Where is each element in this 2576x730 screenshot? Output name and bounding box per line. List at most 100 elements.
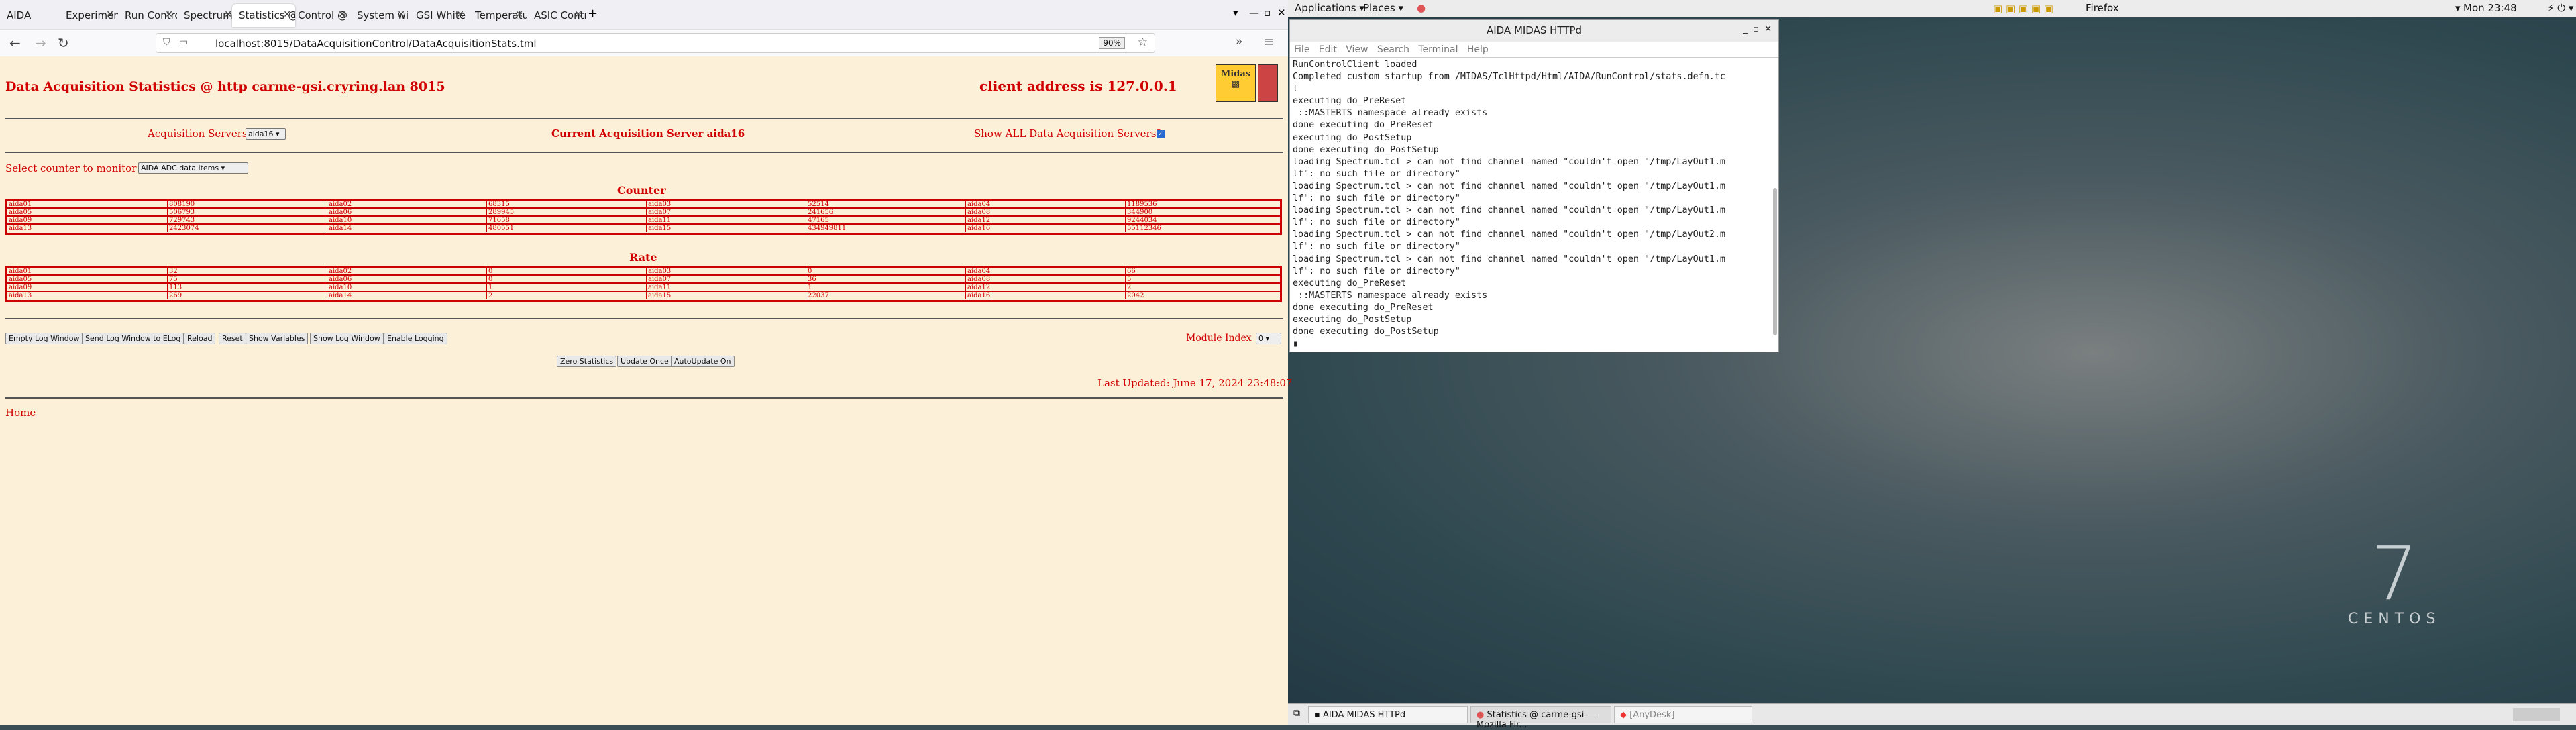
client-address: client address is 127.0.0.1 xyxy=(979,78,1177,94)
enable-logging-button[interactable]: Enable Logging xyxy=(384,333,447,344)
close-icon[interactable]: ✕ xyxy=(283,9,291,20)
table-cell-name: aida14 xyxy=(327,225,352,232)
applications-menu[interactable]: Applications ▾ xyxy=(1295,2,1364,14)
menu-help[interactable]: Help xyxy=(1467,44,1489,55)
url-text[interactable]: localhost:8015/DataAcquisitionControl/Da… xyxy=(215,38,537,50)
send-log-to-elog-button[interactable]: Send Log Window to ELog xyxy=(82,333,184,344)
tab-aida[interactable]: AIDA xyxy=(0,4,59,27)
clock[interactable]: Mon 23:48 xyxy=(2463,2,2517,14)
close-icon[interactable]: ✕ xyxy=(574,9,582,20)
table-cell-value: 241656 xyxy=(806,209,833,216)
table-cell-value: 2 xyxy=(486,292,492,299)
table-cell-name: aida14 xyxy=(327,292,352,299)
close-icon[interactable]: ✕ xyxy=(515,9,523,20)
table-cell-name: aida08 xyxy=(965,209,990,216)
terminal-scrollbar[interactable] xyxy=(1773,188,1777,335)
tab-statistics[interactable]: Statistics @ carme-gs✕ xyxy=(232,4,295,27)
menu-terminal[interactable]: Terminal xyxy=(1418,44,1458,55)
menu-file[interactable]: File xyxy=(1294,44,1309,55)
show-all-checkbox[interactable]: ✓ xyxy=(1157,130,1165,138)
table-cell-value: 32 xyxy=(167,268,178,275)
table-cell-value: 9244034 xyxy=(1125,217,1157,224)
show-desktop-icon[interactable]: ⧉ xyxy=(1293,708,1300,719)
reload-icon[interactable]: ↻ xyxy=(58,35,69,51)
tab-run-control[interactable]: Run Control @ carm✕ xyxy=(118,4,177,27)
overflow-chevron-icon[interactable]: » xyxy=(1236,35,1242,48)
firefox-window: AIDA Experiment Control @✕ Run Control @… xyxy=(0,0,1292,725)
menu-search[interactable]: Search xyxy=(1377,44,1409,55)
tab-spectrum-browser[interactable]: Spectrum Browser @✕ xyxy=(177,4,236,27)
home-link[interactable]: Home xyxy=(5,407,36,419)
taskbar-item-terminal[interactable]: ▪ AIDA MIDAS HTTPd xyxy=(1308,706,1468,723)
counter-select[interactable]: AIDA ADC data items ▾ xyxy=(138,162,248,174)
menu-view[interactable]: View xyxy=(1346,44,1368,55)
autoupdate-button[interactable]: AutoUpdate On xyxy=(671,356,735,367)
close-icon[interactable]: ✕ xyxy=(224,9,232,20)
reset-button[interactable]: Reset xyxy=(219,333,246,344)
terminal-titlebar[interactable]: AIDA MIDAS HTTPd _ ▫ ✕ xyxy=(1290,20,1778,42)
table-cell-value: 1189536 xyxy=(1125,201,1157,208)
menu-edit[interactable]: Edit xyxy=(1319,44,1337,55)
back-icon[interactable]: ← xyxy=(9,35,21,51)
tab-system-checks[interactable]: System wide Checks✕ xyxy=(350,4,409,27)
update-once-button[interactable]: Update Once xyxy=(617,356,672,367)
active-app-menu[interactable]: Firefox xyxy=(2086,2,2119,14)
gnome-top-bar: Applications ▾ Places ▾ ● ▣ ▣ ▣ ▣ ▣ Fire… xyxy=(1288,0,2576,17)
taskbar-item-anydesk[interactable]: ◆ [AnyDesk] xyxy=(1614,706,1752,723)
table-cell-name: aida10 xyxy=(327,284,352,291)
counter-heading: Counter xyxy=(617,184,666,197)
table-cell-value: 269 xyxy=(167,292,182,299)
terminal-window[interactable]: AIDA MIDAS HTTPd _ ▫ ✕ File Edit View Se… xyxy=(1289,19,1779,352)
taskbar-item-firefox[interactable]: ● Statistics @ carme-gsi — Mozilla Fir..… xyxy=(1470,706,1611,730)
list-tabs-icon[interactable]: ▾ xyxy=(1233,7,1238,19)
menu-icon[interactable]: ≡ xyxy=(1264,35,1274,49)
zoom-indicator[interactable]: 90% xyxy=(1099,37,1125,49)
workspace-switcher[interactable] xyxy=(2513,708,2560,721)
window-controls[interactable]: _ ▫ ✕ xyxy=(1743,24,1772,34)
tab-white-rabbit[interactable]: GSI White Rabbit Tim✕ xyxy=(409,4,468,27)
page-info-icon[interactable]: ▭ xyxy=(179,37,188,48)
tab-asic-control[interactable]: ASIC Control @ carm✕ xyxy=(527,4,586,27)
input-icon[interactable]: ▾ xyxy=(2455,2,2461,14)
table-cell-name: aida16 xyxy=(965,225,990,232)
firefox-launcher-icon[interactable]: ● xyxy=(1417,2,1426,14)
aida-logo xyxy=(1258,64,1278,102)
url-bar[interactable]: ⛉ ▭ localhost:8015/DataAcquisitionContro… xyxy=(156,33,1155,53)
terminal-output[interactable]: RunControlClient loaded Completed custom… xyxy=(1290,58,1778,352)
table-row: aida13 2423074 aida14 480551 aida15 434949811… xyxy=(7,225,1280,233)
close-icon[interactable]: ✕ xyxy=(165,9,173,20)
minimize-icon[interactable]: — xyxy=(1249,7,1259,19)
table-row: aida01 32 aida02 0 aida03 0 aida04 66 xyxy=(7,268,1280,276)
table-cell-name: aida11 xyxy=(646,284,671,291)
tab-experiment-control[interactable]: Experiment Control @✕ xyxy=(59,4,118,27)
tab-temperature[interactable]: Temperature and stat✕ xyxy=(468,4,527,27)
table-cell-value: 36 xyxy=(806,276,816,283)
close-icon[interactable]: ✕ xyxy=(106,9,114,20)
divider xyxy=(5,152,1283,153)
table-cell-name: aida05 xyxy=(9,209,32,216)
close-window-icon[interactable]: ✕ xyxy=(1277,7,1286,19)
close-icon[interactable]: ✕ xyxy=(338,9,346,20)
show-variables-button[interactable]: Show Variables xyxy=(246,333,309,344)
empty-log-window-button[interactable]: Empty Log Window xyxy=(5,333,83,344)
system-tray-icons[interactable]: ⚡ ⏻ ▾ xyxy=(2547,2,2573,14)
reload-button[interactable]: Reload xyxy=(184,333,216,344)
acq-server-select[interactable]: aida16 ▾ xyxy=(246,128,286,140)
module-index-select[interactable]: 0 ▾ xyxy=(1256,333,1281,344)
close-icon[interactable]: ✕ xyxy=(456,9,464,20)
quick-launch-icons[interactable]: ▣ ▣ ▣ ▣ ▣ xyxy=(1993,3,2053,15)
table-cell-name: aida03 xyxy=(646,268,671,275)
tab-control[interactable]: Control @ carme-gsi✕ xyxy=(291,4,350,27)
forward-icon[interactable]: → xyxy=(35,35,46,51)
table-cell-name: aida06 xyxy=(327,276,352,283)
close-icon[interactable]: ✕ xyxy=(397,9,405,20)
table-cell-value: 22037 xyxy=(806,292,829,299)
zero-statistics-button[interactable]: Zero Statistics xyxy=(557,356,617,367)
show-log-window-button[interactable]: Show Log Window xyxy=(310,333,384,344)
maximize-icon[interactable]: ▫ xyxy=(1264,7,1271,19)
new-tab-button[interactable]: + xyxy=(588,7,598,21)
shield-icon[interactable]: ⛉ xyxy=(163,37,170,48)
places-menu[interactable]: Places ▾ xyxy=(1363,2,1403,14)
table-cell-value: 52514 xyxy=(806,201,829,208)
bookmark-star-icon[interactable]: ☆ xyxy=(1138,36,1148,49)
